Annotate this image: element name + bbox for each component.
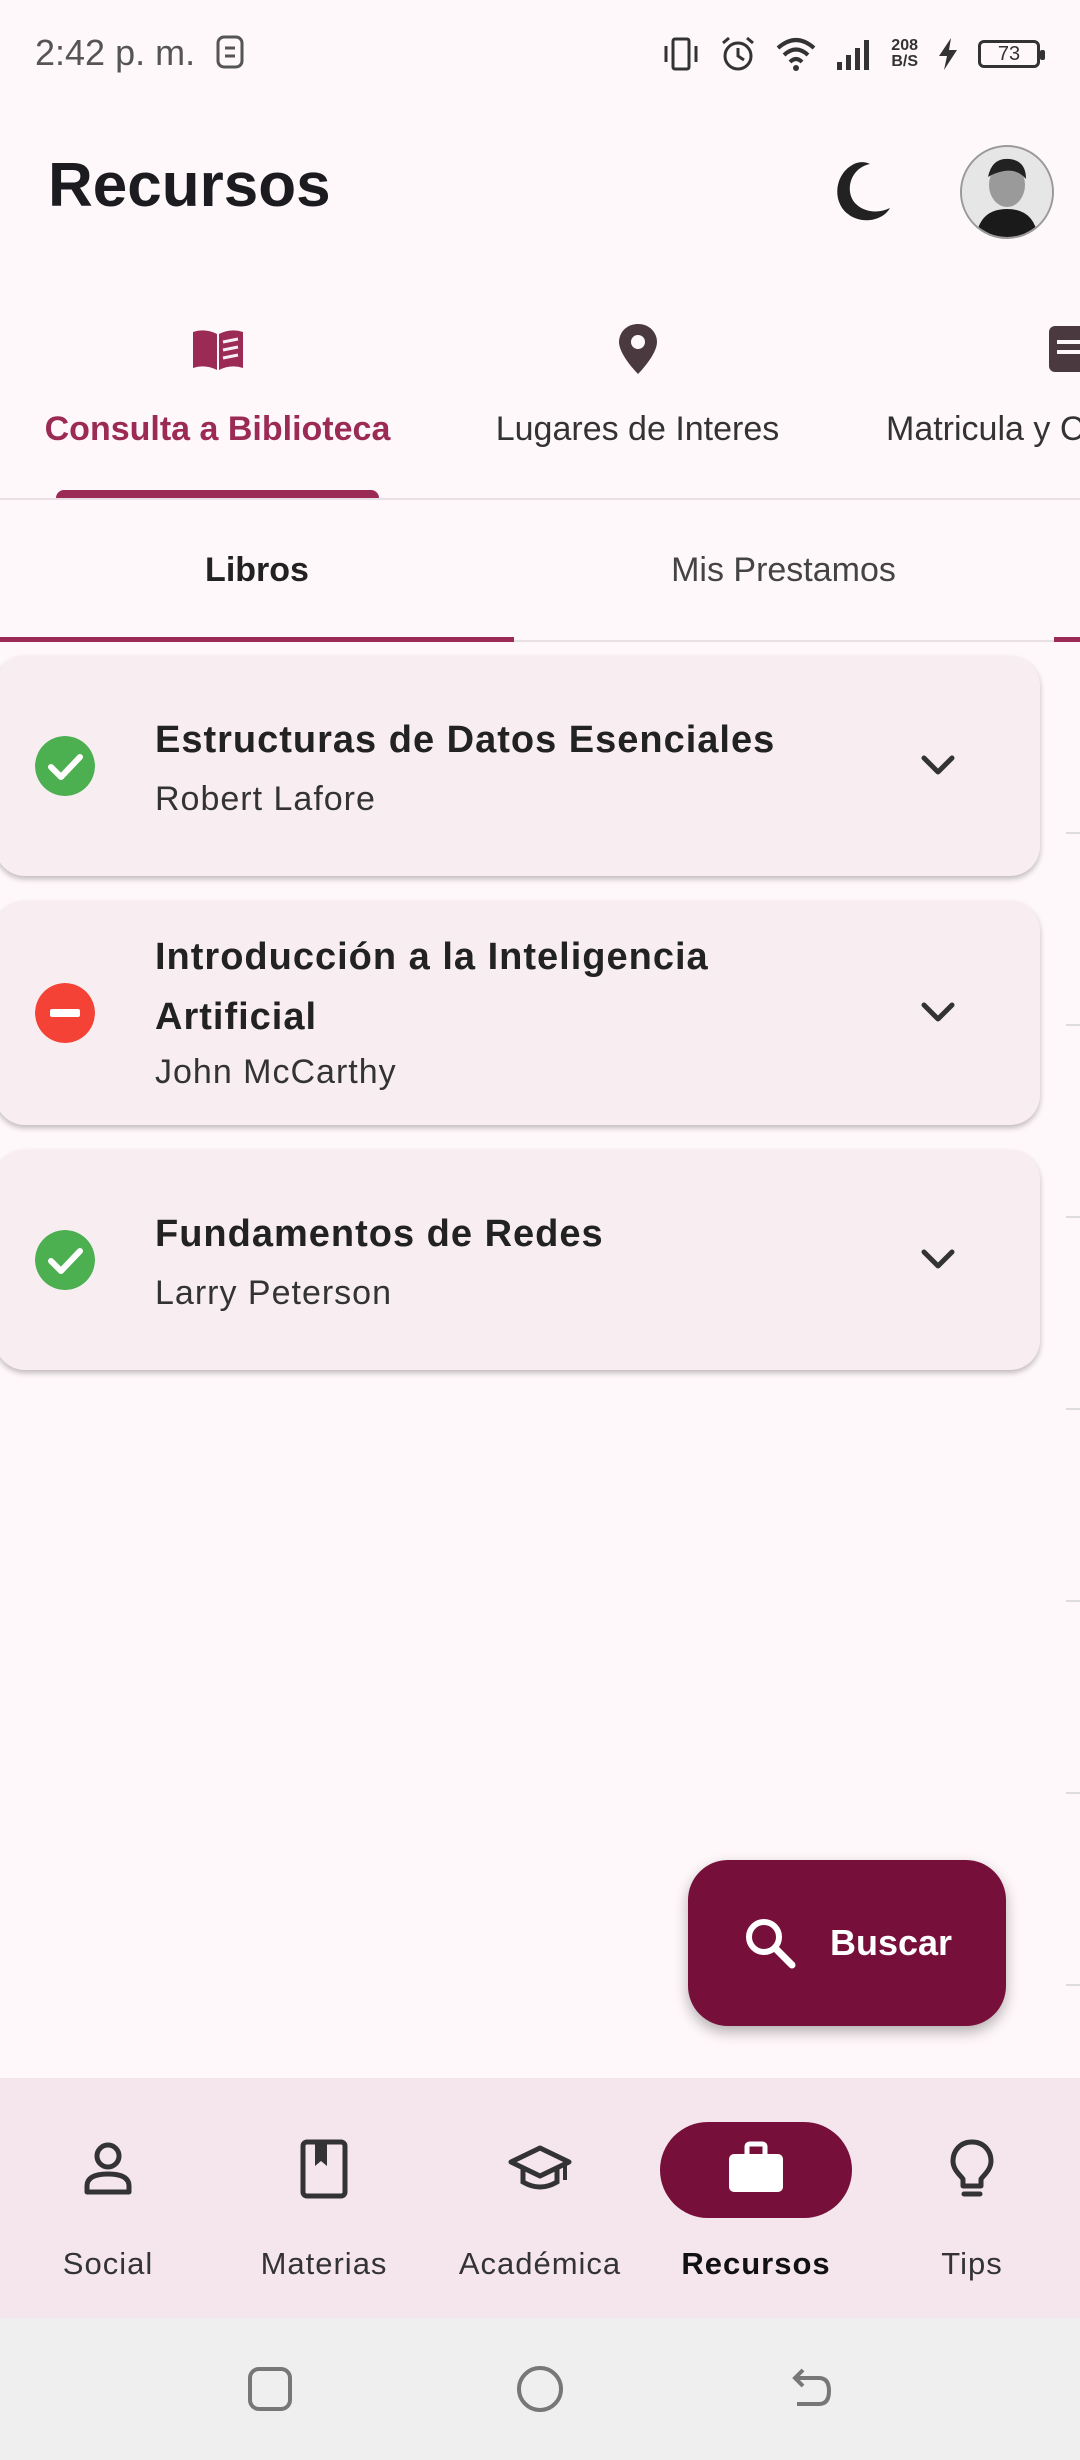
page-peek-divider bbox=[1066, 1216, 1080, 1218]
tab-label: Mis Prestamos bbox=[671, 550, 896, 589]
book-card[interactable]: Estructuras de Datos Esenciales Robert L… bbox=[0, 656, 1040, 876]
book-title: Introducción a la Inteligencia Artificia… bbox=[155, 936, 709, 1038]
page-peek-divider bbox=[1066, 1024, 1080, 1026]
nav-label: Tips bbox=[941, 2246, 1003, 2281]
chevron-down-icon[interactable] bbox=[916, 1238, 960, 1282]
book-author: Larry Peterson bbox=[155, 1274, 392, 1312]
status-bar: 2:42 p. m. 208 B/S 73 bbox=[0, 0, 1080, 110]
tab-label: Consulta a Biblioteca bbox=[44, 410, 391, 448]
chevron-down-icon[interactable] bbox=[916, 744, 960, 788]
wifi-icon bbox=[776, 38, 816, 71]
tab-libros[interactable]: Libros bbox=[0, 500, 514, 642]
book-card[interactable]: Introducción a la Inteligencia Artificia… bbox=[0, 901, 1040, 1125]
recents-icon[interactable] bbox=[245, 2364, 295, 2414]
nav-label: Materias bbox=[260, 2246, 388, 2281]
nav-item-materias[interactable]: Materias bbox=[216, 2078, 432, 2318]
tab-matricula[interactable]: Matricula y C bbox=[870, 300, 1080, 498]
home-icon[interactable] bbox=[515, 2364, 565, 2414]
nav-label: Académica bbox=[458, 2246, 622, 2281]
battery-level: 73 bbox=[997, 42, 1021, 65]
speed-value: 208 bbox=[891, 37, 918, 54]
lightbulb-icon bbox=[950, 2139, 994, 2197]
search-icon bbox=[746, 1919, 796, 1969]
active-tab-indicator bbox=[56, 490, 379, 498]
nav-label: Recursos bbox=[681, 2246, 831, 2281]
bookmark-book-icon bbox=[300, 2139, 348, 2199]
speed-unit: B/S bbox=[891, 53, 918, 70]
battery-icon: 73 bbox=[978, 40, 1045, 68]
nav-label: Social bbox=[62, 2246, 154, 2281]
graduation-cap-icon bbox=[508, 2145, 572, 2190]
nav-item-recursos[interactable]: Recursos bbox=[648, 2078, 864, 2318]
profile-photo bbox=[962, 147, 1052, 237]
tab-consulta-biblioteca[interactable]: Consulta a Biblioteca bbox=[20, 300, 415, 498]
nav-item-academica[interactable]: Académica bbox=[432, 2078, 648, 2318]
book-open-icon bbox=[192, 330, 243, 370]
page-peek-divider bbox=[1066, 1408, 1080, 1410]
chevron-down-icon[interactable] bbox=[916, 991, 960, 1035]
search-button-label: Buscar bbox=[830, 1922, 953, 1963]
location-pin-icon bbox=[618, 324, 657, 374]
avatar[interactable] bbox=[960, 145, 1054, 239]
search-button[interactable]: Buscar bbox=[688, 1860, 1006, 2026]
next-page-indicator bbox=[1054, 637, 1080, 642]
nav-item-social[interactable]: Social bbox=[0, 2078, 216, 2318]
person-icon bbox=[84, 2142, 132, 2195]
sim-icon bbox=[216, 35, 244, 69]
system-navigation-bar bbox=[0, 2318, 1080, 2460]
document-icon bbox=[1049, 326, 1080, 372]
tab-label: Libros bbox=[205, 550, 309, 589]
resource-tabs: Consulta a Biblioteca Lugares de Interes… bbox=[0, 300, 1080, 500]
tab-lugares-interes[interactable]: Lugares de Interes bbox=[455, 300, 820, 498]
book-card[interactable]: Fundamentos de Redes Larry Peterson bbox=[0, 1150, 1040, 1370]
status-time: 2:42 p. m. bbox=[35, 32, 196, 73]
page-peek-divider bbox=[1066, 1600, 1080, 1602]
page-peek-divider bbox=[1066, 832, 1080, 834]
tab-mis-prestamos[interactable]: Mis Prestamos bbox=[540, 500, 1027, 640]
page-title: Recursos bbox=[48, 151, 331, 220]
briefcase-icon bbox=[729, 2141, 783, 2192]
check-circle-icon bbox=[35, 1230, 95, 1290]
bottom-navigation: Social Materias Académica Recursos Tips bbox=[0, 2078, 1080, 2318]
check-circle-icon bbox=[35, 736, 95, 796]
active-subtab-indicator bbox=[0, 637, 514, 642]
book-title: Fundamentos de Redes bbox=[155, 1213, 604, 1255]
nav-item-tips[interactable]: Tips bbox=[864, 2078, 1080, 2318]
tab-label: Lugares de Interes bbox=[495, 410, 780, 448]
minus-circle-icon bbox=[35, 983, 95, 1043]
library-subtabs: Libros Mis Prestamos bbox=[0, 500, 1080, 642]
tab-label: Matricula y C bbox=[886, 410, 1080, 448]
dark-mode-icon[interactable] bbox=[820, 150, 900, 230]
vibrate-icon bbox=[664, 37, 698, 71]
page-peek-divider bbox=[1066, 1984, 1080, 1986]
charging-icon bbox=[939, 38, 957, 70]
page-peek-divider bbox=[1066, 1792, 1080, 1794]
book-author: Robert Lafore bbox=[155, 780, 376, 818]
signal-icon bbox=[837, 40, 870, 70]
network-speed: 208 B/S bbox=[891, 38, 918, 70]
status-icons: 208 B/S 73 bbox=[661, 34, 1045, 74]
alarm-icon bbox=[722, 36, 755, 71]
book-author: John McCarthy bbox=[155, 1053, 397, 1091]
back-icon[interactable] bbox=[785, 2364, 835, 2414]
book-title: Estructuras de Datos Esenciales bbox=[155, 719, 776, 761]
